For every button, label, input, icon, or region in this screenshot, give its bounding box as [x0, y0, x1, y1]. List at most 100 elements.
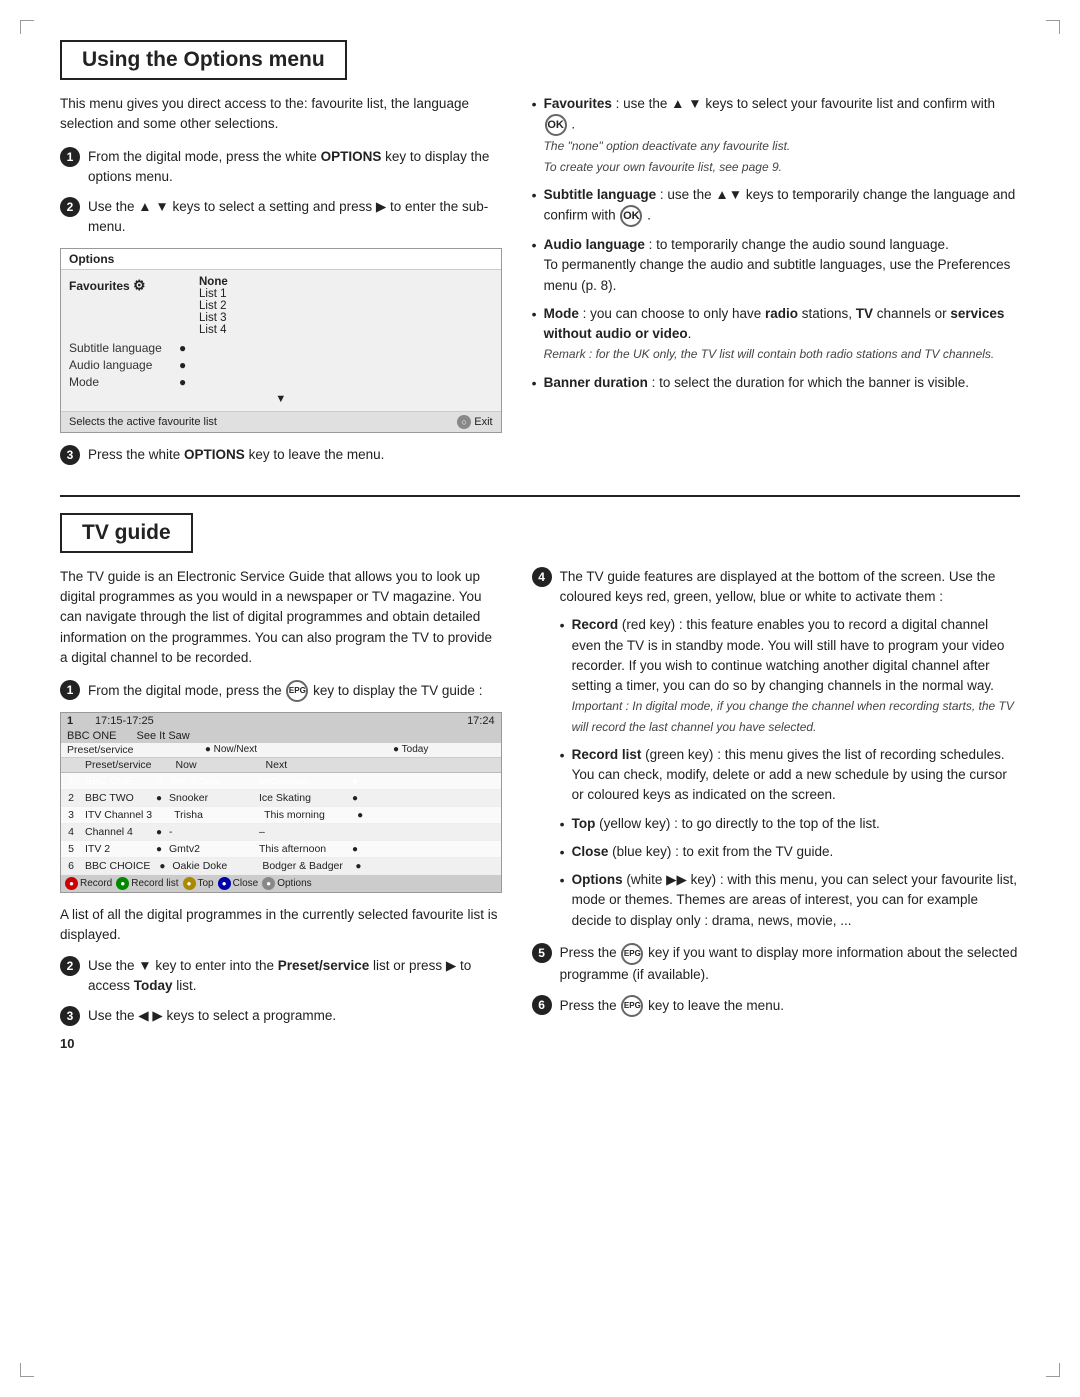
tg-col-headers: Preset/service Now Next	[61, 758, 501, 773]
recordlist-label: Record list	[572, 747, 642, 762]
top-btn-circle: ●	[183, 877, 196, 890]
mode-bullet-label: Mode	[544, 306, 579, 321]
fav-list2: List 2	[199, 300, 228, 312]
bullet-top: Top (yellow key) : to go directly to the…	[560, 814, 1020, 834]
close-btn-label: Close	[233, 878, 259, 889]
tvguide-step-2-text: Use the ▼ key to enter into the Preset/s…	[88, 958, 471, 993]
tg-row-6: 6 BBC CHOICE ● Oakie Doke Bodger & Badge…	[61, 858, 501, 875]
tg-r3-dot2: ●	[352, 810, 368, 821]
options-step-2: 2 Use the ▲ ▼ keys to select a setting a…	[60, 197, 502, 238]
recordlist-label-extra: (green key)	[645, 747, 713, 762]
options-intro: This menu gives you direct access to the…	[60, 94, 502, 135]
tg-r5-num: 5	[61, 842, 81, 856]
options-label: Options	[572, 872, 623, 887]
tvguide-step-6-circle: 6	[532, 995, 552, 1015]
tvguide-bullets: Record (red key) : this feature enables …	[560, 615, 1020, 931]
scroll-arrow: ▼	[69, 393, 493, 405]
tg-header: 1 17:15-17:25 17:24	[61, 713, 501, 729]
corner-tr	[1046, 20, 1060, 34]
tg-preset-label: Preset/service	[61, 743, 141, 757]
subtitle-label: Subtitle language	[69, 341, 179, 355]
tg-col-dot1	[156, 758, 172, 772]
exit-circle: ○	[457, 415, 471, 429]
tg-btn-recordlist: ● Record list	[116, 877, 178, 890]
tg-r2-ch: BBC TWO	[81, 791, 151, 805]
tg-r1-dot2: ●	[347, 776, 363, 787]
corner-bl	[20, 1363, 34, 1377]
bullet-favourites: Favourites : use the ▲ ▼ keys to select …	[532, 94, 1020, 177]
tg-r5-dot2: ●	[347, 844, 363, 855]
tg-btn-close: ● Close	[218, 877, 259, 890]
audio-bullet-label: Audio language	[544, 237, 645, 252]
tvguide-step-1: 1 From the digital mode, press the EPG k…	[60, 680, 502, 702]
fav-list4: List 4	[199, 324, 228, 336]
tg-btn-top: ● Top	[183, 877, 214, 890]
tvguide-step-4-circle: 4	[532, 567, 552, 587]
favourites-icon: ⚙	[133, 277, 146, 293]
page: Using the Options menu This menu gives y…	[0, 0, 1080, 1397]
bullet-record: Record (red key) : this feature enables …	[560, 615, 1020, 737]
options-screen: Options Favourites ⚙ None List 1 List	[60, 248, 502, 433]
tvguide-step-3-circle: 3	[60, 1006, 80, 1026]
favourites-bullet-label: Favourites	[544, 96, 612, 111]
options-footer-text: Selects the active favourite list	[69, 416, 217, 428]
tvguide-step-5-text: Press the EPG key if you want to display…	[560, 945, 1018, 981]
section-options-menu: Using the Options menu This menu gives y…	[60, 40, 1020, 475]
tg-r6-next: Bodger & Badger	[260, 859, 350, 873]
audio-extra: To permanently change the audio and subt…	[544, 257, 1011, 292]
tg-r4-dot: ●	[151, 827, 167, 838]
audio-lang-row: Audio language ●	[69, 357, 493, 374]
tg-col-ch: Preset/service	[81, 758, 156, 772]
tg-r3-ch: ITV Channel 3	[81, 808, 156, 822]
step-1-content: From the digital mode, press the white O…	[88, 147, 502, 188]
tg-r1-rec-icon: ⚙	[155, 776, 163, 786]
favourites-bullet-text: : use the ▲ ▼ keys to select your favour…	[616, 96, 995, 111]
close-label: Close	[572, 844, 609, 859]
page-number: 10	[60, 1036, 502, 1051]
tg-col-now: Now	[172, 758, 262, 772]
tg-r4-next: –	[257, 825, 347, 839]
tvguide-step-6: 6 Press the EPG key to leave the menu.	[532, 995, 1020, 1017]
top-label-extra: (yellow key)	[599, 816, 670, 831]
tg-today: ● Today	[321, 743, 501, 757]
tg-r1-next: Microsoap	[257, 774, 347, 788]
tg-ch-prog: BBC ONE See It Saw	[61, 729, 501, 743]
bullet-recordlist: Record list (green key) : this menu give…	[560, 745, 1020, 806]
tvguide-step-2-content: Use the ▼ key to enter into the Preset/s…	[88, 956, 502, 997]
tvguide-step-5: 5 Press the EPG key if you want to displ…	[532, 943, 1020, 985]
banner-bullet-label: Banner duration	[544, 375, 648, 390]
tg-r1-dot: ⚙	[151, 776, 167, 787]
audio-dot: ●	[179, 358, 186, 372]
record-label: Record	[572, 617, 619, 632]
tg-r3-num: 3	[61, 808, 81, 822]
tvguide-step-6-content: Press the EPG key to leave the menu.	[560, 995, 1020, 1017]
tg-r5-now: Gmtv2	[167, 842, 257, 856]
subtitle-dot: ●	[179, 341, 186, 355]
step-2-content: Use the ▲ ▼ keys to select a setting and…	[88, 197, 502, 238]
tvguide-screen: 1 17:15-17:25 17:24 BBC ONE See It Saw P…	[60, 712, 502, 893]
bullet-mode: Mode : you can choose to only have radio…	[532, 304, 1020, 365]
fav-list3: List 3	[199, 312, 228, 324]
tg-r1-ch: BBC ONE	[81, 774, 151, 788]
audio-label: Audio language	[69, 358, 179, 372]
section-title-tvguide: TV guide	[60, 513, 193, 553]
tg-r6-dot: ●	[154, 861, 170, 872]
tg-ch-num: 1	[67, 715, 87, 727]
bullet-subtitle: Subtitle language : use the ▲▼ keys to t…	[532, 185, 1020, 227]
tvguide-step-5-circle: 5	[532, 943, 552, 963]
options-step-3: 3 Press the white OPTIONS key to leave t…	[60, 445, 502, 465]
mode-bullet-text: : you can choose to only have radio stat…	[544, 306, 1005, 341]
guide-icon-1: EPG	[286, 680, 308, 702]
tg-prog-title: See It Saw	[117, 730, 495, 742]
fav-none: None	[199, 276, 228, 288]
recordlist-btn-label: Record list	[131, 878, 178, 889]
bullet-audio: Audio language : to temporarily change t…	[532, 235, 1020, 296]
tg-row-1: 1 BBC ONE ⚙ See It Saw Microsoap ●	[61, 773, 501, 790]
favourites-remark: The "none" option deactivate any favouri…	[544, 139, 791, 173]
tg-r3-now: Trisha	[172, 808, 262, 822]
options-btn-circle: ●	[262, 877, 275, 890]
tvguide-step-4-content: The TV guide features are displayed at t…	[560, 567, 1020, 608]
tvguide-left-col: The TV guide is an Electronic Service Gu…	[60, 567, 502, 1052]
tvguide-step-2-circle: 2	[60, 956, 80, 976]
tg-r3-next: This morning	[262, 808, 352, 822]
